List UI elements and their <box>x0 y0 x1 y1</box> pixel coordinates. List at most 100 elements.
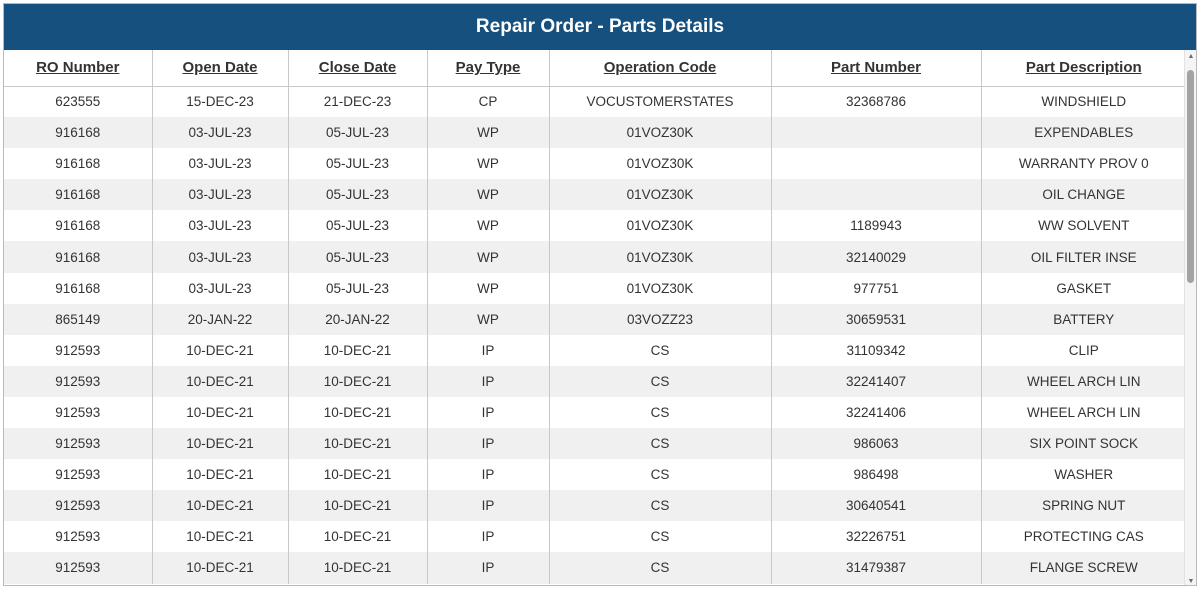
table-body: 623555 15-DEC-23 21-DEC-23 CP VOCUSTOMERSTAT… <box>4 86 1186 584</box>
cell-ro-number: 912593 <box>4 428 153 460</box>
table-row[interactable]: 912593 10-DEC-21 10-DEC-21 IP CS 986063 SIX PO… <box>4 428 1186 460</box>
cell-operation-code: CS <box>549 490 772 522</box>
cell-ro-number: 912593 <box>4 459 153 491</box>
cell-pay-type: WP <box>427 241 550 273</box>
cell-part-description: SIX POINT SOCK <box>981 428 1186 460</box>
cell-part-description: CLIP <box>981 334 1186 366</box>
cell-open-date: 10-DEC-21 <box>152 396 289 429</box>
parts-table: RO Number Open Date Close Date Pay Type … <box>4 50 1186 584</box>
column-header-pay-type[interactable]: Pay Type <box>427 50 550 87</box>
cell-operation-code: 01VOZ30K <box>549 210 772 242</box>
cell-part-number: 32140029 <box>771 241 982 273</box>
cell-operation-code: CS <box>549 396 772 429</box>
cell-close-date: 10-DEC-21 <box>288 521 428 553</box>
table-viewport[interactable]: RO Number Open Date Close Date Pay Type … <box>4 50 1186 585</box>
cell-part-description: BATTERY <box>981 303 1186 335</box>
cell-open-date: 10-DEC-21 <box>152 365 289 397</box>
cell-part-number <box>771 148 982 180</box>
cell-ro-number: 916168 <box>4 210 153 242</box>
cell-close-date: 10-DEC-21 <box>288 396 428 429</box>
cell-pay-type: IP <box>427 521 550 553</box>
column-header-open-date[interactable]: Open Date <box>152 50 289 87</box>
table-row[interactable]: 912593 10-DEC-21 10-DEC-21 IP CS 31479387 FLAN… <box>4 552 1186 584</box>
table-row[interactable]: 916168 03-JUL-23 05-JUL-23 WP 01VOZ30K 321400… <box>4 241 1186 273</box>
cell-part-description: WINDSHIELD <box>981 86 1186 118</box>
cell-part-number: 1189943 <box>771 210 982 242</box>
scroll-down-arrow-icon[interactable]: ▼ <box>1185 575 1196 585</box>
table-row[interactable]: 916168 03-JUL-23 05-JUL-23 WP 01VOZ30K EXPEND… <box>4 117 1186 149</box>
cell-close-date: 05-JUL-23 <box>288 117 428 149</box>
table-row[interactable]: 912593 10-DEC-21 10-DEC-21 IP CS 31109342 CLIP <box>4 334 1186 366</box>
cell-operation-code: 01VOZ30K <box>549 117 772 149</box>
column-header-operation-code[interactable]: Operation Code <box>549 50 772 87</box>
scroll-thumb[interactable] <box>1187 70 1194 283</box>
cell-part-number: 32226751 <box>771 521 982 553</box>
cell-part-description: WARRANTY PROV 0 <box>981 148 1186 180</box>
cell-open-date: 20-JAN-22 <box>152 303 289 335</box>
cell-operation-code: CS <box>549 428 772 460</box>
cell-part-description: GASKET <box>981 272 1186 304</box>
cell-open-date: 10-DEC-21 <box>152 490 289 522</box>
cell-pay-type: WP <box>427 210 550 242</box>
cell-pay-type: IP <box>427 396 550 429</box>
cell-operation-code: CS <box>549 521 772 553</box>
cell-part-number: 977751 <box>771 272 982 304</box>
cell-close-date: 05-JUL-23 <box>288 272 428 304</box>
cell-close-date: 10-DEC-21 <box>288 428 428 460</box>
cell-open-date: 03-JUL-23 <box>152 117 289 149</box>
table-row[interactable]: 623555 15-DEC-23 21-DEC-23 CP VOCUSTOMERSTAT… <box>4 86 1186 118</box>
vertical-scrollbar[interactable]: ▲ ▼ <box>1184 50 1196 585</box>
cell-ro-number: 912593 <box>4 521 153 553</box>
cell-pay-type: WP <box>427 148 550 180</box>
table-row[interactable]: 865149 20-JAN-22 20-JAN-22 WP 03VOZZ23 306595… <box>4 303 1186 335</box>
table-row[interactable]: 912593 10-DEC-21 10-DEC-21 IP CS 986498 WASHER <box>4 459 1186 491</box>
column-header-ro-number[interactable]: RO Number <box>4 50 153 87</box>
cell-part-description: SPRING NUT <box>981 490 1186 522</box>
table-row[interactable]: 916168 03-JUL-23 05-JUL-23 WP 01VOZ30K 118994… <box>4 210 1186 242</box>
cell-ro-number: 912593 <box>4 552 153 584</box>
cell-close-date: 05-JUL-23 <box>288 148 428 180</box>
cell-operation-code: CS <box>549 459 772 491</box>
cell-ro-number: 912593 <box>4 396 153 429</box>
cell-open-date: 10-DEC-21 <box>152 521 289 553</box>
cell-close-date: 10-DEC-21 <box>288 552 428 584</box>
cell-ro-number: 916168 <box>4 241 153 273</box>
cell-part-number: 32368786 <box>771 86 982 118</box>
cell-ro-number: 623555 <box>4 86 153 118</box>
cell-open-date: 03-JUL-23 <box>152 210 289 242</box>
cell-part-number <box>771 179 982 211</box>
cell-open-date: 10-DEC-21 <box>152 459 289 491</box>
cell-part-description: FLANGE SCREW <box>981 552 1186 584</box>
cell-part-number: 30640541 <box>771 490 982 522</box>
column-header-part-description[interactable]: Part Description <box>981 50 1186 87</box>
cell-ro-number: 865149 <box>4 303 153 335</box>
table-row[interactable]: 912593 10-DEC-21 10-DEC-21 IP CS 30640541 SPRI… <box>4 490 1186 522</box>
table-row[interactable]: 916168 03-JUL-23 05-JUL-23 WP 01VOZ30K WARRAN… <box>4 148 1186 180</box>
cell-pay-type: WP <box>427 117 550 149</box>
table-row[interactable]: 912593 10-DEC-21 10-DEC-21 IP CS 32241407 WHEE… <box>4 365 1186 397</box>
table-header-row: RO Number Open Date Close Date Pay Type … <box>4 50 1186 87</box>
cell-open-date: 03-JUL-23 <box>152 148 289 180</box>
cell-operation-code: 01VOZ30K <box>549 179 772 211</box>
cell-ro-number: 916168 <box>4 117 153 149</box>
cell-pay-type: CP <box>427 86 550 118</box>
table-row[interactable]: 916168 03-JUL-23 05-JUL-23 WP 01VOZ30K OIL CH… <box>4 179 1186 211</box>
cell-pay-type: WP <box>427 272 550 304</box>
cell-close-date: 20-JAN-22 <box>288 303 428 335</box>
column-header-part-number[interactable]: Part Number <box>771 50 982 87</box>
cell-part-description: PROTECTING CAS <box>981 521 1186 553</box>
scroll-up-arrow-icon[interactable]: ▲ <box>1185 50 1196 62</box>
cell-part-description: WHEEL ARCH LIN <box>981 365 1186 397</box>
table-row[interactable]: 912593 10-DEC-21 10-DEC-21 IP CS 32241406 WHEE… <box>4 396 1186 429</box>
table-row[interactable]: 916168 03-JUL-23 05-JUL-23 WP 01VOZ30K 977751… <box>4 272 1186 304</box>
table-row[interactable]: 912593 10-DEC-21 10-DEC-21 IP CS 32226751 PROT… <box>4 521 1186 553</box>
cell-operation-code: 01VOZ30K <box>549 148 772 180</box>
cell-close-date: 05-JUL-23 <box>288 241 428 273</box>
cell-pay-type: IP <box>427 334 550 366</box>
cell-ro-number: 912593 <box>4 365 153 397</box>
column-header-close-date[interactable]: Close Date <box>288 50 428 87</box>
cell-operation-code: CS <box>549 334 772 366</box>
cell-close-date: 21-DEC-23 <box>288 86 428 118</box>
cell-pay-type: WP <box>427 179 550 211</box>
cell-pay-type: IP <box>427 552 550 584</box>
